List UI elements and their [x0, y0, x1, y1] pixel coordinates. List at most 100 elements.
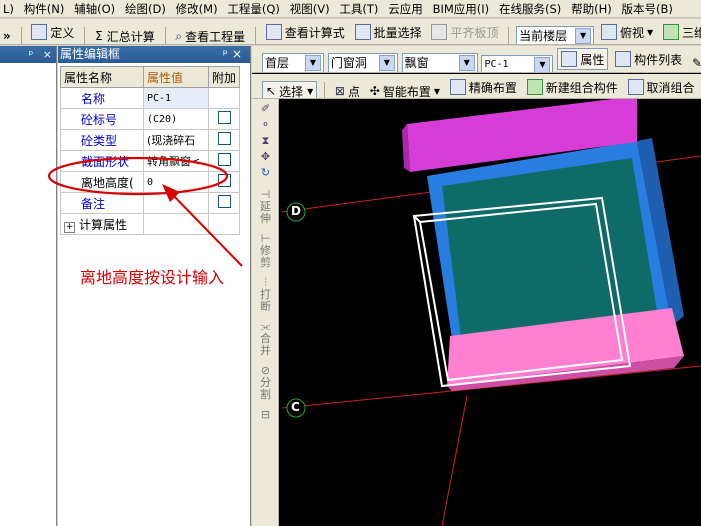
menu-item-view[interactable]: 视图(V): [287, 0, 333, 17]
property-value[interactable]: (C20): [143, 108, 209, 130]
table-row[interactable]: 砼标号 (C20): [60, 108, 240, 130]
floor-scope-value: 当前楼层: [519, 29, 568, 43]
chevron-down-icon: ▼: [378, 54, 395, 71]
cube-icon: [600, 24, 617, 40]
menu-item-bim[interactable]: BIM应用(I): [430, 0, 493, 17]
mirror-tool-button[interactable]: ⧗: [256, 135, 275, 147]
table-row[interactable]: 砼类型 (现浇碎石: [60, 129, 240, 151]
sigma-icon: Σ: [95, 29, 103, 43]
menu-item-aux-axis[interactable]: 辅轴(O): [71, 0, 118, 17]
close-icon[interactable]: ×: [232, 47, 246, 61]
trim-tool-button[interactable]: ⊢ 修剪: [256, 233, 275, 269]
property-value[interactable]: (现浇碎石: [143, 129, 209, 151]
properties-icon: [561, 51, 578, 67]
property-value[interactable]: PC-1: [143, 87, 209, 109]
pin-icon[interactable]: ᵖ: [29, 48, 34, 61]
more-tool-button[interactable]: ⊟: [256, 409, 275, 421]
component-toolbar: 首层 ▼ 门窗洞 ▼ 飘窗 ▼ PC-1 ▼ 属性 构件列表 ✎拾: [252, 46, 701, 73]
mirror-icon: ⧗: [261, 134, 270, 147]
define-label: 定义: [50, 25, 75, 40]
extract-button[interactable]: ✎拾: [689, 52, 701, 72]
summary-button[interactable]: Σ 汇总计算: [92, 25, 158, 44]
property-panel-title: 属性编辑框: [60, 47, 121, 61]
vertical-toolbar: ✐ ⚬ ⧗ ✥ ↻ ⊣ 延伸 ⊢ 修剪 ⫶ 打断 ⫘ 合并 ⊘ 分割 ⊟: [252, 99, 279, 526]
menu-bar: L) 构件(N) 辅轴(O) 绘图(D) 修改(M) 工程量(Q) 视图(V) …: [0, 0, 701, 18]
group-label: 计算属性: [79, 217, 128, 232]
property-name: 砼标号: [60, 108, 144, 130]
flat-slab-top-button[interactable]: 平齐板顶: [428, 21, 501, 43]
move-icon: ✥: [260, 150, 271, 163]
main-toolbar: » 定义 Σ 汇总计算 ⌕ 查看工程量 查看计算式 批量选择 平齐板顶 当前楼层 ▼ …: [0, 19, 701, 45]
pin-icon[interactable]: ᵖ: [223, 47, 232, 61]
brush-icon: ✐: [260, 102, 271, 115]
define-icon: [31, 24, 48, 40]
cancel-combo-icon: [627, 79, 644, 95]
merge-label: 合并: [260, 332, 271, 357]
close-icon[interactable]: ×: [43, 48, 52, 61]
column-header-extra: 附加: [208, 66, 240, 88]
batch-select-button[interactable]: 批量选择: [352, 21, 425, 43]
batch-select-label: 批量选择: [373, 25, 422, 40]
menu-item-component[interactable]: 构件(N): [21, 0, 68, 17]
smart-layout-icon: ✣: [369, 84, 380, 98]
menu-item[interactable]: L): [0, 0, 17, 17]
view-formula-button[interactable]: 查看计算式: [263, 21, 348, 43]
point-button[interactable]: ⊠ 点: [332, 80, 363, 98]
annotation-arrow: [162, 184, 243, 267]
view-quantity-button[interactable]: ⌕ 查看工程量: [172, 26, 248, 44]
define-button[interactable]: 定义: [28, 21, 77, 43]
break-tool-button[interactable]: ⫶ 打断: [256, 277, 275, 313]
floor-scope-select[interactable]: 当前楼层 ▼: [516, 25, 595, 44]
select-button[interactable]: ↖ 选择 ▼: [262, 80, 318, 99]
component-list-button[interactable]: 构件列表: [612, 48, 685, 70]
new-combo-label: 新建组合构件: [545, 80, 618, 95]
brush-tool-button[interactable]: ✐: [256, 103, 275, 115]
expand-plus-icon[interactable]: +: [64, 221, 75, 233]
three-d-button[interactable]: 三维: [660, 21, 701, 43]
component-select[interactable]: PC-1 ▼: [481, 54, 554, 72]
menu-item-version[interactable]: 版本号(B): [619, 0, 676, 17]
axis-label-c: C: [291, 400, 300, 414]
table-row[interactable]: 名称 PC-1: [60, 87, 240, 109]
axis-line-vertical: [441, 395, 468, 526]
flat-slab-icon: [431, 24, 448, 40]
new-combo-button[interactable]: 新建组合构件: [524, 76, 621, 98]
menu-item-online[interactable]: 在线服务(S): [496, 0, 564, 17]
attach-checkbox[interactable]: [217, 111, 231, 124]
category-select[interactable]: 门窗洞 ▼: [327, 52, 398, 72]
extend-label: 延伸: [260, 200, 271, 225]
more-icon: ⊟: [260, 408, 271, 421]
menu-item-quantity[interactable]: 工程量(Q): [224, 0, 283, 17]
extend-tool-button[interactable]: ⊣ 延伸: [256, 189, 275, 225]
component-type-value: 飘窗: [404, 56, 429, 70]
merge-tool-button[interactable]: ⫘ 合并: [256, 321, 275, 357]
split-tool-button[interactable]: ⊘ 分割: [256, 365, 275, 401]
annotation-text: 离地高度按设计输入: [80, 268, 225, 287]
copy-tool-button[interactable]: ⚬: [256, 119, 275, 131]
view-mode-button[interactable]: 俯视 ▼: [598, 21, 656, 43]
column-header-value: 属性值: [143, 66, 209, 88]
component-type-select[interactable]: 飘窗 ▼: [401, 52, 478, 72]
cancel-combo-button[interactable]: 取消组合: [625, 76, 698, 98]
three-d-icon: [662, 24, 679, 40]
precise-layout-button[interactable]: 精确布置: [447, 76, 520, 98]
floor-select[interactable]: 首层 ▼: [262, 52, 324, 72]
menu-item-draw[interactable]: 绘图(D): [122, 0, 169, 17]
drawing-viewport[interactable]: D C: [252, 46, 701, 526]
move-tool-button[interactable]: ✥: [256, 151, 275, 163]
left-dock-header: ᵖ ×: [0, 46, 56, 63]
menu-item-help[interactable]: 帮助(H): [568, 0, 615, 17]
trim-label: 修剪: [260, 244, 271, 269]
rotate-tool-button[interactable]: ↻: [256, 167, 275, 179]
smart-layout-button[interactable]: ✣ 智能布置 ▼: [367, 80, 443, 98]
copy-icon: ⚬: [260, 118, 271, 131]
properties-button[interactable]: 属性: [557, 48, 609, 70]
menu-item-modify[interactable]: 修改(M): [173, 0, 221, 17]
column-header-name: 属性名称: [60, 66, 144, 88]
overflow-chevron[interactable]: »: [0, 25, 14, 44]
menu-item-cloud[interactable]: 云应用: [385, 0, 426, 17]
attach-checkbox[interactable]: [217, 132, 231, 145]
menu-item-tools[interactable]: 工具(T): [336, 0, 381, 17]
select-label: 选择: [279, 84, 304, 99]
separator: [508, 26, 510, 44]
